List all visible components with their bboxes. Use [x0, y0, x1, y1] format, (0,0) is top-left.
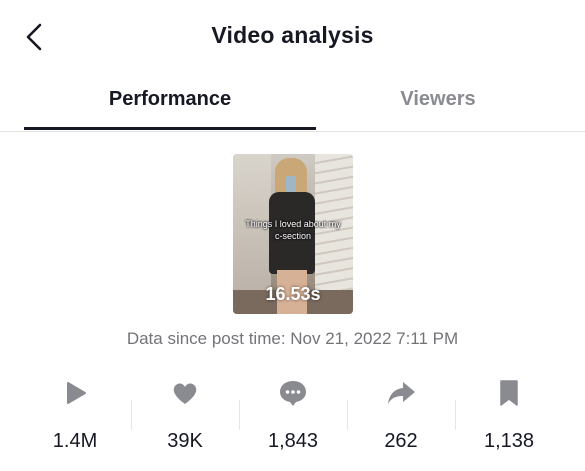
bookmark-icon	[500, 380, 518, 406]
comment-icon	[280, 381, 306, 406]
active-tab-indicator	[24, 127, 316, 130]
video-duration: 16.53s	[265, 284, 321, 304]
tab-performance[interactable]: Performance	[24, 88, 316, 111]
tab-bar: Performance Viewers	[0, 78, 585, 132]
stats-row: 1.4M 39K 1,843 262 1,138	[0, 372, 585, 471]
page-title: Video analysis	[211, 22, 374, 48]
stat-saves: 1,138	[455, 372, 563, 471]
tab-viewers[interactable]: Viewers	[292, 88, 584, 111]
saves-count: 1,138	[483, 430, 535, 452]
header: Video analysis	[0, 0, 585, 72]
stat-views: 1.4M	[21, 372, 129, 471]
play-icon	[67, 382, 86, 404]
video-thumbnail[interactable]: Things I loved about my c-section 16.53s	[233, 154, 353, 314]
data-since-text: Data since post time: Nov 21, 2022 7:11 …	[126, 329, 459, 348]
heart-icon	[173, 383, 197, 404]
comments-count: 1,843	[267, 430, 319, 452]
share-icon	[388, 382, 415, 404]
thumbnail-phone	[286, 176, 296, 192]
stat-comments: 1,843	[239, 372, 347, 471]
stat-likes: 39K	[131, 372, 239, 471]
video-caption: Things I loved about my c-section	[245, 219, 341, 241]
likes-count: 39K	[167, 430, 203, 452]
shares-count: 262	[384, 430, 418, 452]
stat-shares: 262	[347, 372, 455, 471]
views-count: 1.4M	[52, 430, 98, 452]
